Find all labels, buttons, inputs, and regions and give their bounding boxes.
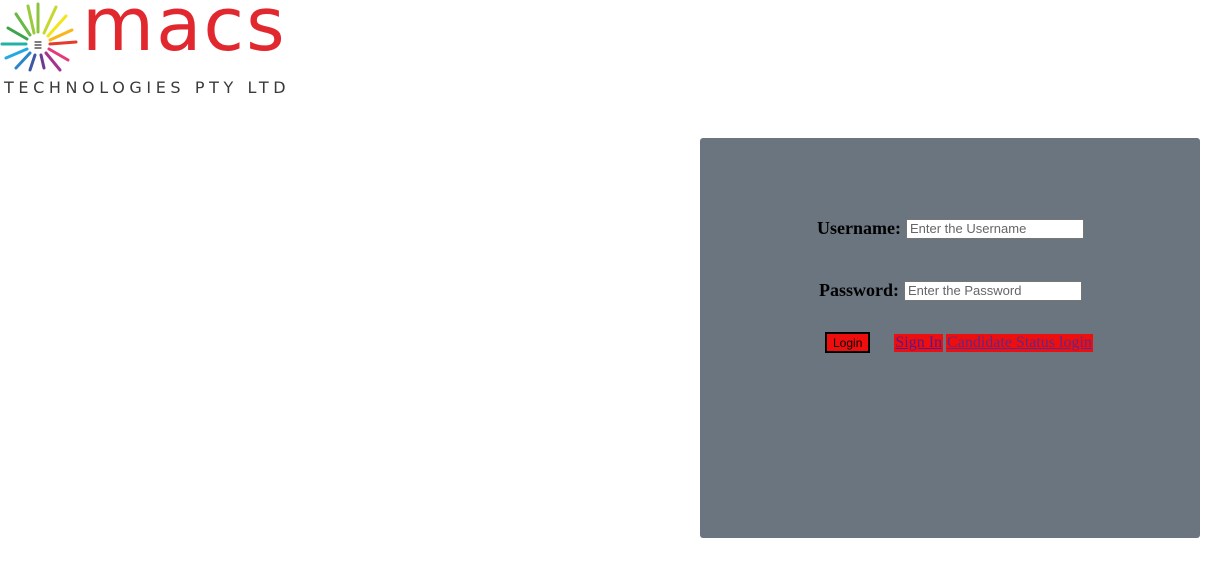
candidate-status-login-link[interactable]: Candidate Status login: [946, 333, 1093, 352]
login-panel: Username: Password: Login Sign In Candid…: [700, 138, 1200, 538]
login-page: macs TECHNOLOGIES PTY LTD Username: Pass…: [0, 0, 1228, 570]
username-input[interactable]: [905, 218, 1084, 239]
brand-name: macs: [82, 0, 287, 68]
sign-in-link[interactable]: Sign In: [894, 333, 944, 352]
username-label: Username:: [817, 218, 901, 238]
login-button[interactable]: Login: [825, 332, 871, 353]
starburst-logo-icon: [0, 2, 78, 72]
actions-row: Login Sign In Candidate Status login: [825, 332, 1093, 353]
password-input[interactable]: [904, 280, 1082, 301]
password-label: Password:: [819, 280, 899, 300]
company-logo: macs TECHNOLOGIES PTY LTD: [0, 0, 305, 100]
password-row: Password:: [819, 280, 1082, 301]
brand-subtitle: TECHNOLOGIES PTY LTD: [4, 78, 291, 97]
username-row: Username:: [817, 218, 1084, 239]
